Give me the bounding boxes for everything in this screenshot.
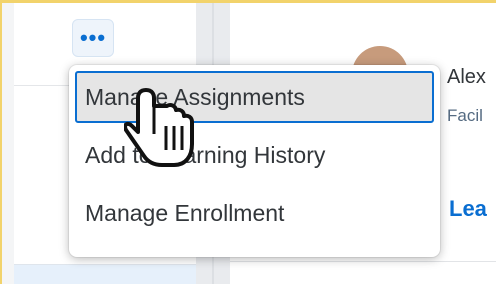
person-name: Alex (447, 66, 486, 88)
menu-item-label: Add to Learning History (85, 142, 326, 168)
list-row-highlighted[interactable] (14, 265, 196, 284)
person-role: Facil (447, 106, 483, 125)
more-actions-label: ••• (79, 25, 107, 50)
tab-learning[interactable]: Lea (449, 196, 487, 222)
detail-divider (230, 261, 496, 262)
hand-pointer-icon (124, 88, 194, 167)
menu-item-manage-enrollment[interactable]: Manage Enrollment (75, 187, 434, 239)
more-actions-button[interactable]: ••• (72, 19, 114, 57)
menu-item-label: Manage Enrollment (85, 200, 285, 226)
